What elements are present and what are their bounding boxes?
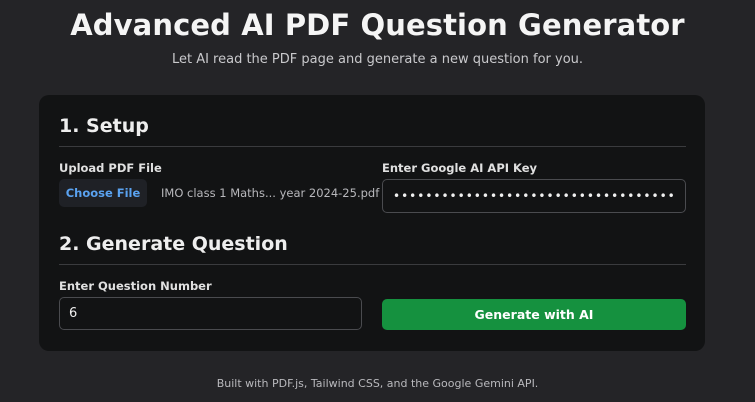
api-key-input[interactable] xyxy=(382,179,686,213)
page-subtitle: Let AI read the PDF page and generate a … xyxy=(171,52,584,67)
generate-with-ai-button[interactable]: Generate with AI xyxy=(382,299,686,330)
generate-section-title: 2. Generate Question xyxy=(59,233,288,255)
generate-divider xyxy=(59,264,686,265)
question-number-label: Enter Question Number xyxy=(59,279,212,293)
setup-section-title: 1. Setup xyxy=(59,115,149,137)
footer-credits: Built with PDF.js, Tailwind CSS, and the… xyxy=(216,377,539,390)
choose-file-button[interactable]: Choose File xyxy=(59,179,147,207)
question-number-input[interactable] xyxy=(59,297,362,330)
upload-pdf-label: Upload PDF File xyxy=(59,161,162,175)
main-card: 1. Setup Upload PDF File Choose File IMO… xyxy=(39,95,705,351)
selected-file-name: IMO class 1 Maths... year 2024-25.pdf xyxy=(161,186,380,200)
page: Advanced AI PDF Question Generator Let A… xyxy=(0,0,755,402)
page-title: Advanced AI PDF Question Generator xyxy=(70,8,685,42)
api-key-label: Enter Google AI API Key xyxy=(382,161,538,175)
setup-divider xyxy=(59,146,686,147)
